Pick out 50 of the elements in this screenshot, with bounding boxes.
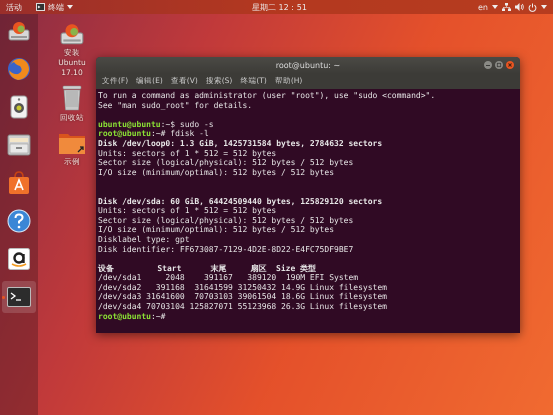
browser-icon [7, 57, 31, 81]
letter-a-icon [8, 248, 30, 270]
window-title: root@ubuntu: ~ [276, 60, 340, 70]
app-menu[interactable]: 终端 [48, 2, 64, 12]
prompt-text: root@ubuntu [98, 312, 151, 321]
minimize-button[interactable] [484, 61, 492, 69]
speaker-icon [10, 95, 28, 119]
maximize-button[interactable] [495, 61, 503, 69]
terminal-line: I/O size (minimum/optimal): 512 bytes / 512 bytes [98, 168, 336, 178]
terminal-line: I/O size (minimum/optimal): 512 bytes / 512 bytes [98, 225, 336, 235]
network-icon[interactable] [502, 3, 511, 11]
command-text: :~# [150, 312, 166, 321]
close-button[interactable] [506, 61, 514, 69]
terminal-line: See "man sudo_root" for details. [98, 100, 254, 110]
language-menu[interactable]: en [478, 2, 488, 12]
terminal-line: Disk /dev/loop0: 1.3 GiB, 1425731584 bytes, 2784632 sectors [98, 138, 384, 149]
terminal-line: Disklabel type: gpt [98, 234, 191, 244]
volume-icon[interactable] [515, 3, 524, 11]
caret-icon [541, 5, 547, 9]
trash-icon[interactable] [62, 85, 82, 112]
terminal-line: Sector size (logical/physical): 512 bytes / 512 bytes [98, 216, 354, 226]
terminal-line: /dev/sda2 391168 31641599 31250432 14.9G Linux filesystem [98, 282, 388, 292]
terminal-line: 设备 Start 末尾 扇区 Size 类型 [98, 264, 318, 274]
terminal-icon [7, 287, 31, 307]
prompt-text: ubuntu@ubuntu [98, 120, 161, 129]
power-icon[interactable] [528, 2, 537, 12]
terminal-line: Sector size (logical/physical): 512 bytes / 512 bytes [98, 158, 354, 168]
dock-item[interactable] [2, 281, 36, 313]
file-cabinet-icon [7, 134, 31, 156]
shopping-bag-icon [8, 171, 30, 195]
clock[interactable]: 星期二 12：51 [252, 2, 307, 12]
terminal-line: Disk /dev/sda: 60 GiB, 64424509440 bytes, 125829120 sectors [98, 196, 384, 206]
command-text: :~$ sudo -s [160, 120, 214, 129]
caret-icon [67, 5, 73, 9]
terminal-line: To run a command as administrator (user "root"), use "sudo <command>". [98, 91, 436, 101]
folder-icon[interactable] [58, 131, 86, 155]
prompt-text: root@ubuntu [98, 129, 151, 138]
terminal-line: /dev/sda3 31641600 70703103 39061504 18.6G Linux filesystem [98, 292, 388, 302]
activities-button[interactable]: 活动 [6, 2, 22, 12]
help-icon [7, 209, 31, 233]
terminal-icon [36, 3, 45, 11]
terminal-line: /dev/sda1 2048 391167 389120 190M EFI System [98, 273, 360, 283]
terminal-line: /dev/sda4 70703104 125827071 55123968 26.3G Linux filesystem [98, 302, 388, 312]
drive-icon [7, 20, 31, 42]
caret-icon [492, 5, 498, 9]
terminal-line: Units: sectors of 1 * 512 = 512 bytes [98, 206, 278, 216]
terminal-line: Disk identifier: FF673087-7129-4D2E-8D22-E4FC75DF9BE7 [98, 244, 354, 254]
drive-icon[interactable] [59, 22, 85, 46]
terminal-line: Units: sectors of 1 * 512 = 512 bytes [98, 148, 278, 158]
command-text: :~# fdisk -l [150, 129, 209, 138]
